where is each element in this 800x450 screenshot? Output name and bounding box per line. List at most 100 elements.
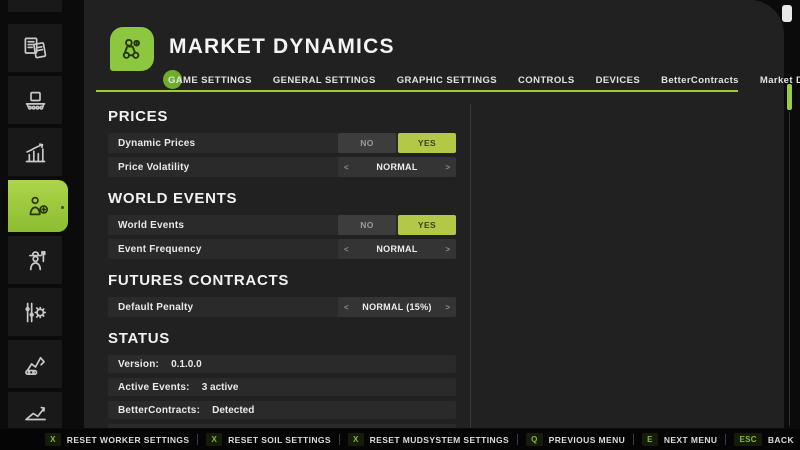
sidebar-item-production[interactable] xyxy=(8,76,62,124)
section-title-status: STATUS xyxy=(108,330,456,347)
section-title-futures-contracts: FUTURES CONTRACTS xyxy=(108,272,456,289)
tab-label: CONTROLS xyxy=(518,75,575,86)
tab-graphic-settings[interactable]: GRAPHIC SETTINGS xyxy=(397,75,497,86)
key-badge: Q xyxy=(526,433,543,446)
key-badge: ESC xyxy=(734,433,761,446)
setting-row-price-volatility: Price Volatility < NORMAL > xyxy=(108,157,456,177)
status-value: Detected xyxy=(181,428,223,429)
contracts-icon xyxy=(22,35,49,62)
toggle-option-no[interactable]: NO xyxy=(338,133,396,153)
keybind-label: RESET MUDSYSTEM SETTINGS xyxy=(370,435,509,445)
tab-devices[interactable]: DEVICES xyxy=(596,75,641,86)
terrain-icon xyxy=(22,397,49,424)
selector-price-volatility[interactable]: < NORMAL > xyxy=(338,157,456,177)
setting-row-usedplus: UsedPlus:Detected xyxy=(108,424,456,428)
arrow-left-icon[interactable]: < xyxy=(344,163,349,172)
keybind-back[interactable]: ESC BACK xyxy=(734,433,794,446)
arrow-right-icon[interactable]: > xyxy=(445,163,450,172)
sidebar-item-contracts[interactable] xyxy=(8,24,62,72)
finances-icon xyxy=(22,0,49,4)
farmer-icon xyxy=(22,247,49,274)
setting-row-default-penalty: Default Penalty < NORMAL (15%) > xyxy=(108,297,456,317)
setting-label: Default Penalty xyxy=(118,302,338,313)
excavator-icon xyxy=(22,351,49,378)
scrollbar-thumb[interactable] xyxy=(787,84,792,110)
keybind-bar: X RESET WORKER SETTINGS X RESET SOIL SETTIN… xyxy=(0,429,800,450)
toggle-option-yes[interactable]: YES xyxy=(398,215,456,235)
setting-label: UsedPlus: xyxy=(118,428,181,429)
setting-row-version: Version:0.1.0.0 xyxy=(108,355,456,373)
status-value: 0.1.0.0 xyxy=(171,359,202,370)
tab-underline xyxy=(96,90,738,92)
toggle-option-yes[interactable]: YES xyxy=(398,133,456,153)
key-badge: X xyxy=(206,433,222,446)
tab-game-settings[interactable]: GAME SETTINGS xyxy=(168,75,252,86)
setting-label: Active Events: xyxy=(118,382,202,393)
sidebar-item-terrain[interactable] xyxy=(8,392,62,428)
key-badge: X xyxy=(348,433,364,446)
market-dynamics-app-icon xyxy=(110,27,154,71)
keybind-divider xyxy=(517,434,518,445)
selector-value: NORMAL (15%) xyxy=(362,302,431,312)
keybind-previous-menu[interactable]: Q PREVIOUS MENU xyxy=(526,433,625,446)
section-title-prices: PRICES xyxy=(108,108,456,125)
tab-bar: GAME SETTINGS GENERAL SETTINGS GRAPHIC SET… xyxy=(168,70,800,90)
setting-label: Event Frequency xyxy=(118,244,338,255)
status-value: 3 active xyxy=(202,382,239,393)
arrow-right-icon[interactable]: > xyxy=(445,245,450,254)
keybind-label: BACK xyxy=(768,435,794,445)
selector-value: NORMAL xyxy=(376,162,417,172)
keybind-divider xyxy=(339,434,340,445)
equipment-settings-icon xyxy=(22,299,49,326)
tab-market-dynamics[interactable]: Market Dynamics xyxy=(760,75,800,86)
tab-label: DEVICES xyxy=(596,75,641,86)
keybind-label: PREVIOUS MENU xyxy=(549,435,626,445)
keybind-reset-soil-settings[interactable]: X RESET SOIL SETTINGS xyxy=(206,433,331,446)
tab-controls[interactable]: CONTROLS xyxy=(518,75,575,86)
statistics-icon xyxy=(22,139,49,166)
arrow-right-icon[interactable]: > xyxy=(445,303,450,312)
toggle-dynamic-prices[interactable]: NOYES xyxy=(338,133,456,153)
sidebar-item-farmer[interactable] xyxy=(8,236,62,284)
key-badge: X xyxy=(45,433,61,446)
tab-bettercontracts[interactable]: BetterContracts xyxy=(661,75,739,86)
selector-default-penalty[interactable]: < NORMAL (15%) > xyxy=(338,297,456,317)
setting-label: Price Volatility xyxy=(118,162,338,173)
page-title: MARKET DYNAMICS xyxy=(169,35,395,59)
keybind-divider xyxy=(197,434,198,445)
keybind-reset-worker-settings[interactable]: X RESET WORKER SETTINGS xyxy=(45,433,189,446)
keybind-reset-mudsystem-settings[interactable]: X RESET MUDSYSTEM SETTINGS xyxy=(348,433,509,446)
setting-row-dynamic-prices: Dynamic PricesNOYES xyxy=(108,133,456,153)
tab-label: Market Dynamics xyxy=(760,75,800,86)
arrow-left-icon[interactable]: < xyxy=(344,303,349,312)
setting-label: BetterContracts: xyxy=(118,405,212,416)
toggle-option-no[interactable]: NO xyxy=(338,215,396,235)
toggle-world-events[interactable]: NOYES xyxy=(338,215,456,235)
keybind-label: NEXT MENU xyxy=(664,435,718,445)
content-divider xyxy=(470,104,471,428)
setting-label: Version: xyxy=(118,359,171,370)
setting-row-bettercontracts: BetterContracts:Detected xyxy=(108,401,456,419)
keybind-divider xyxy=(633,434,634,445)
keybind-label: RESET WORKER SETTINGS xyxy=(67,435,190,445)
sidebar-item-finances[interactable] xyxy=(8,0,62,12)
tab-general-settings[interactable]: GENERAL SETTINGS xyxy=(273,75,376,86)
sidebar-item-excavator[interactable] xyxy=(8,340,62,388)
mouse-indicator-icon xyxy=(782,5,792,22)
keybind-label: RESET SOIL SETTINGS xyxy=(228,435,331,445)
sidebar-item-statistics[interactable] xyxy=(8,128,62,176)
tab-label: GRAPHIC SETTINGS xyxy=(397,75,497,86)
sidebar-item-equipment-settings[interactable] xyxy=(8,288,62,336)
setting-row-event-frequency: Event Frequency<NORMAL> xyxy=(108,239,456,259)
setting-row-world-events: World EventsNOYES xyxy=(108,215,456,235)
key-badge: E xyxy=(642,433,658,446)
setting-label: Dynamic Prices xyxy=(118,138,338,149)
keybind-next-menu[interactable]: E NEXT MENU xyxy=(642,433,717,446)
tab-label: GENERAL SETTINGS xyxy=(273,75,376,86)
settings-content: PRICESDynamic PricesNOYESPrice Volatilit… xyxy=(108,100,456,428)
production-icon xyxy=(22,87,49,114)
arrow-left-icon[interactable]: < xyxy=(344,245,349,254)
sidebar-item-market-dynamics[interactable] xyxy=(8,180,68,232)
market-dynamics-icon xyxy=(25,193,52,220)
selector-event-frequency[interactable]: <NORMAL> xyxy=(338,239,456,259)
